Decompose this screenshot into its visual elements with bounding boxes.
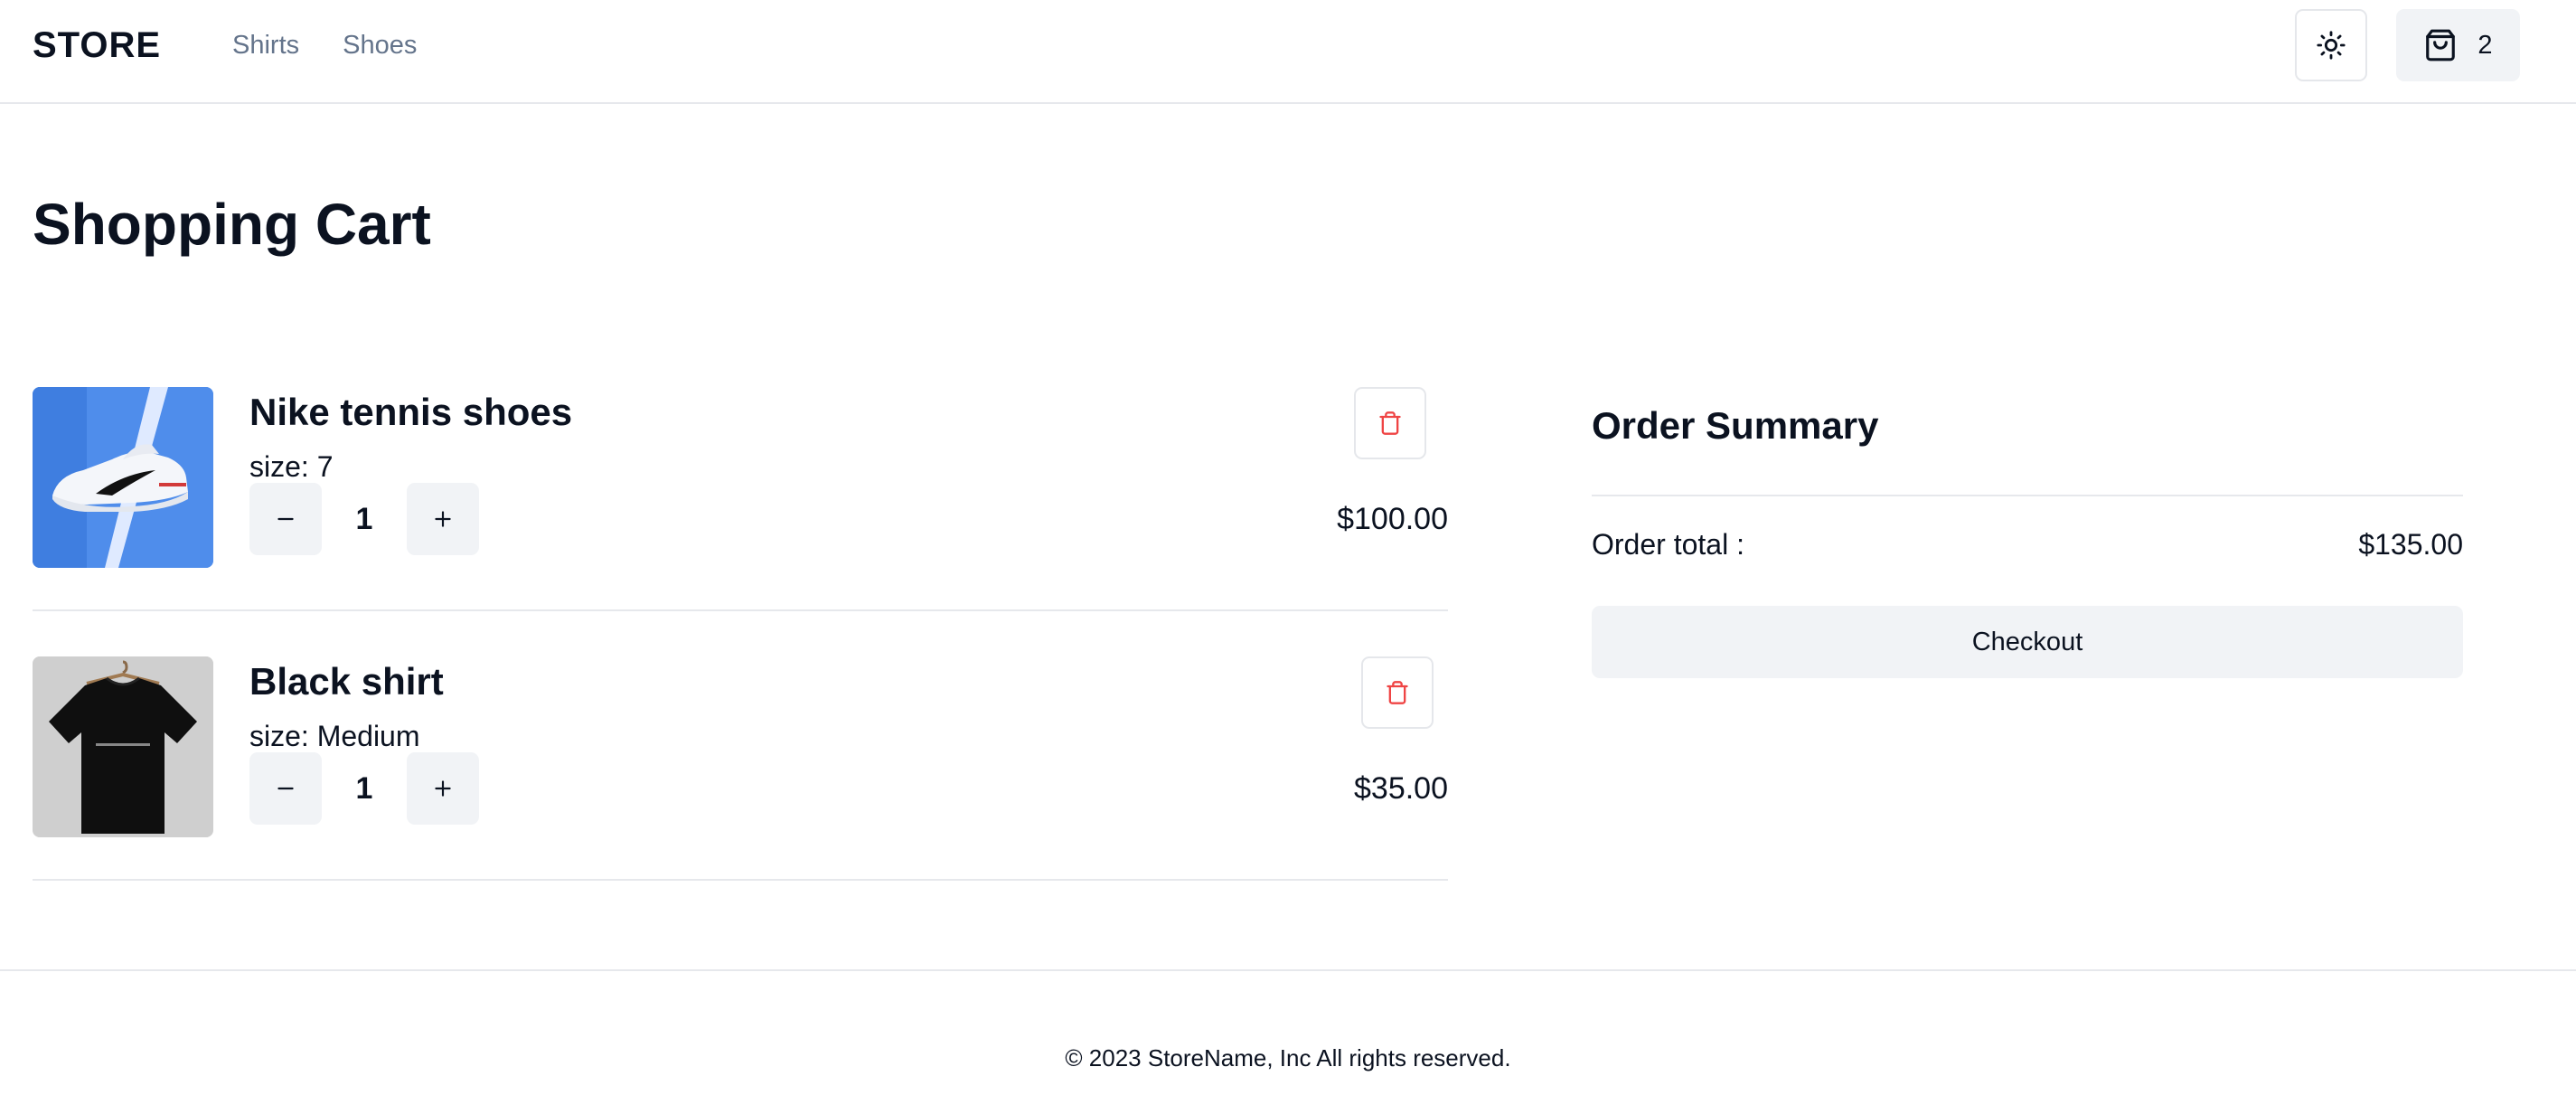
site-footer: © 2023 StoreName, Inc All rights reserve… <box>0 969 2576 1114</box>
cart-button[interactable]: 2 <box>2396 9 2520 81</box>
sneaker-photo <box>33 387 213 568</box>
plus-icon <box>435 780 451 797</box>
tshirt-photo <box>33 656 213 837</box>
increase-quantity-button[interactable] <box>407 483 479 555</box>
product-name[interactable]: Black shirt <box>249 658 444 705</box>
theme-toggle-button[interactable] <box>2295 9 2367 81</box>
product-size: size: Medium <box>249 720 420 752</box>
nav-link-shirts[interactable]: Shirts <box>232 27 299 63</box>
quantity-value: 1 <box>355 771 373 806</box>
trash-icon <box>1379 411 1401 435</box>
cart-count: 2 <box>2477 30 2493 60</box>
sun-icon <box>2317 31 2346 60</box>
order-total-label: Order total : <box>1592 528 1744 561</box>
order-summary-title: Order Summary <box>1592 404 1879 447</box>
plus-icon <box>435 511 451 527</box>
product-name[interactable]: Nike tennis shoes <box>249 389 572 436</box>
main-nav: Shirts Shoes <box>232 27 417 63</box>
quantity-value: 1 <box>355 502 373 536</box>
remove-item-button[interactable] <box>1354 387 1426 459</box>
product-price: $35.00 <box>1354 771 1448 806</box>
shopping-bag-icon <box>2426 29 2456 61</box>
nav-link-shoes[interactable]: Shoes <box>343 27 417 63</box>
remove-item-button[interactable] <box>1361 656 1434 729</box>
cart-item: Nike tennis shoes size: 7 1 $100.00 <box>33 342 1448 611</box>
decrease-quantity-button[interactable] <box>249 483 322 555</box>
trash-icon <box>1387 681 1408 704</box>
decrease-quantity-button[interactable] <box>249 752 322 825</box>
checkout-button[interactable]: Checkout <box>1592 606 2463 678</box>
store-logo[interactable]: STORE <box>33 24 161 67</box>
site-header: STORE Shirts Shoes 2 <box>0 0 2576 104</box>
product-size: size: 7 <box>249 450 334 483</box>
increase-quantity-button[interactable] <box>407 752 479 825</box>
product-image[interactable] <box>33 387 213 568</box>
cart-item: Black shirt size: Medium 1 $35.00 <box>33 611 1448 881</box>
product-image[interactable] <box>33 656 213 837</box>
product-price: $100.00 <box>1337 502 1448 536</box>
minus-icon <box>277 517 294 521</box>
divider <box>1592 495 2463 496</box>
order-total-value: $135.00 <box>2358 528 2463 561</box>
copyright-text: © 2023 StoreName, Inc All rights reserve… <box>1065 1044 1511 1072</box>
page-title: Shopping Cart <box>33 192 431 257</box>
minus-icon <box>277 787 294 790</box>
